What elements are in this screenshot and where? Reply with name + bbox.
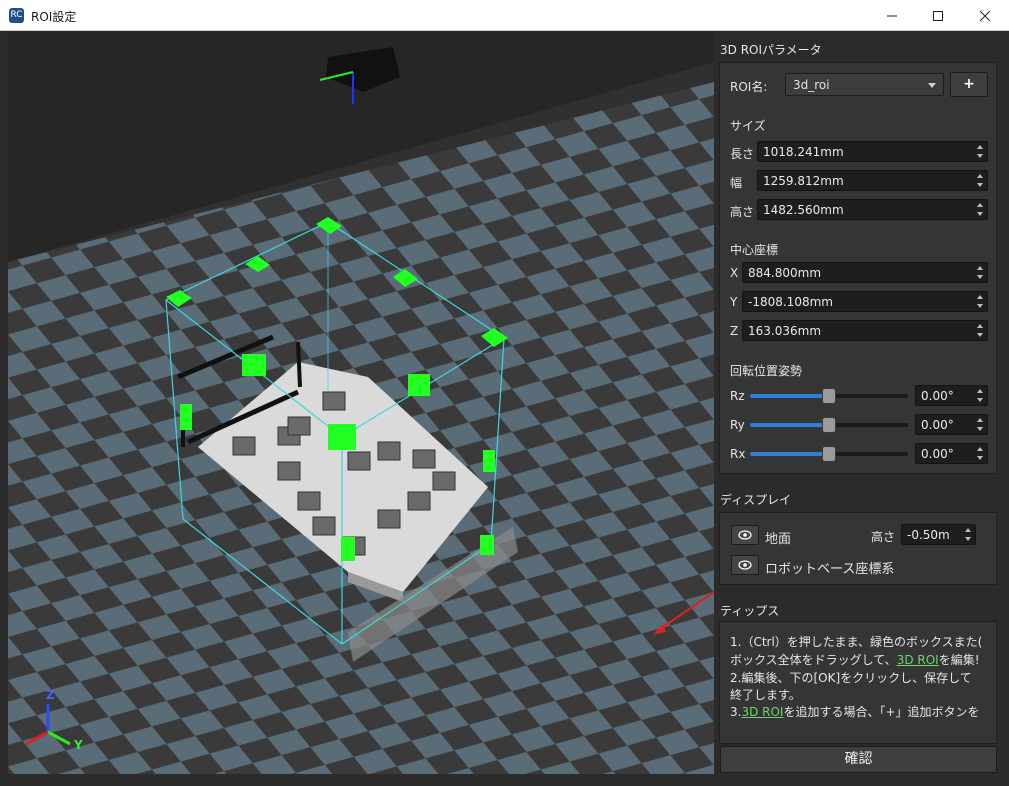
ground-visibility-toggle[interactable]	[731, 525, 759, 545]
chevron-down-icon	[928, 83, 936, 88]
eye-icon	[738, 530, 752, 540]
window-title: ROI設定	[31, 10, 77, 24]
stepper-icon[interactable]	[974, 322, 986, 339]
axis-z-label: Z	[46, 688, 55, 702]
tip-line-4: 終了します。	[730, 688, 801, 702]
roi-link[interactable]: 3D ROI	[897, 653, 939, 667]
3d-viewport[interactable]: Z Y	[8, 32, 714, 774]
center-x-label: X	[730, 266, 739, 280]
center-y-label: Y	[730, 295, 738, 309]
tip-line-2: ボックス全体をドラッグして、3D ROIを編集!	[730, 653, 980, 667]
rot-rz-label: Rz	[730, 389, 745, 403]
roi-name-value: 3d_roi	[793, 78, 830, 92]
close-button[interactable]	[962, 0, 1008, 31]
roi-name-label: ROI名:	[730, 80, 768, 94]
tip-line-1: 1.（Ctrl）を押したまま、緑色のボックスまた(	[730, 635, 983, 649]
stepper-icon[interactable]	[974, 172, 986, 189]
stepper-icon[interactable]	[974, 264, 986, 281]
stepper-icon[interactable]	[962, 526, 974, 543]
minimize-icon	[887, 15, 897, 16]
close-icon	[979, 10, 991, 21]
height-label: 高さ	[871, 530, 896, 544]
size-length-field[interactable]: 1018.241mm	[757, 141, 988, 162]
rot-rx-field[interactable]: 0.00°	[915, 443, 988, 464]
rotation-title: 回転位置姿勢	[730, 364, 803, 378]
display-group: 地面 高さ -0.50m ロボットベース座標系	[719, 512, 997, 585]
size-width-label: 幅	[730, 176, 743, 190]
size-height-field[interactable]: 1482.560mm	[757, 199, 988, 220]
maximize-button[interactable]	[915, 0, 961, 31]
roi-link[interactable]: 3D ROI	[741, 705, 783, 719]
tips-title: ティップス	[720, 604, 780, 618]
scene-canvas	[8, 32, 714, 774]
ground-label: 地面	[765, 532, 792, 547]
stepper-icon[interactable]	[974, 293, 986, 310]
minimize-button[interactable]	[869, 0, 915, 31]
stepper-icon[interactable]	[974, 387, 986, 404]
maximize-icon	[933, 10, 943, 21]
eye-icon	[738, 560, 752, 570]
slider-handle[interactable]	[822, 388, 836, 404]
rot-rz-slider[interactable]	[750, 387, 908, 405]
tip-line-5: 3.3D ROIを追加する場合、「+」追加ボタンを	[730, 705, 980, 719]
center-y-field[interactable]: -1808.108mm	[742, 291, 988, 312]
rot-rz-field[interactable]: 0.00°	[915, 385, 988, 406]
title-bar: RC ROI設定	[0, 0, 1009, 31]
slider-handle[interactable]	[822, 417, 836, 433]
confirm-button[interactable]: 確認	[720, 746, 997, 773]
stepper-icon[interactable]	[974, 445, 986, 462]
stepper-icon[interactable]	[974, 416, 986, 433]
robot-base-label: ロボットベース座標系	[765, 562, 895, 577]
rot-ry-slider[interactable]	[750, 416, 908, 434]
size-length-label: 長さ	[730, 147, 755, 161]
size-title: サイズ	[730, 119, 766, 133]
size-width-field[interactable]: 1259.812mm	[757, 170, 988, 191]
center-z-label: Z	[730, 324, 739, 338]
ground-height-field[interactable]: -0.50m	[901, 524, 976, 545]
roi-params-title: 3D ROIパラメータ	[720, 43, 822, 57]
stepper-icon[interactable]	[974, 143, 986, 160]
rot-ry-field[interactable]: 0.00°	[915, 414, 988, 435]
rot-rx-label: Rx	[730, 447, 746, 461]
add-roi-button[interactable]: +	[950, 72, 988, 97]
roi-params-group: ROI名: 3d_roi + サイズ 長さ 1018.241mm 幅 1259.…	[719, 62, 997, 474]
center-title: 中心座標	[730, 243, 779, 257]
tip-line-3: 2.編集後、下の[OK]をクリックし、保存して	[730, 671, 972, 685]
slider-handle[interactable]	[822, 446, 836, 462]
axis-y-label: Y	[74, 738, 83, 752]
roi-panel: 3D ROIパラメータ ROI名: 3d_roi + サイズ 長さ 1018.2…	[714, 32, 1009, 786]
robot-base-visibility-toggle[interactable]	[731, 555, 759, 575]
stepper-icon[interactable]	[974, 201, 986, 218]
tips-box: 1.（Ctrl）を押したまま、緑色のボックスまた( ボックス全体をドラッグして、…	[719, 621, 997, 744]
app-icon: RC	[9, 8, 24, 23]
rot-ry-label: Ry	[730, 418, 745, 432]
rot-rx-slider[interactable]	[750, 445, 908, 463]
roi-name-select[interactable]: 3d_roi	[785, 73, 944, 96]
center-z-field[interactable]: 163.036mm	[742, 320, 988, 341]
display-title: ディスプレイ	[720, 493, 792, 507]
center-x-field[interactable]: 884.800mm	[742, 262, 988, 283]
size-height-label: 高さ	[730, 205, 755, 219]
